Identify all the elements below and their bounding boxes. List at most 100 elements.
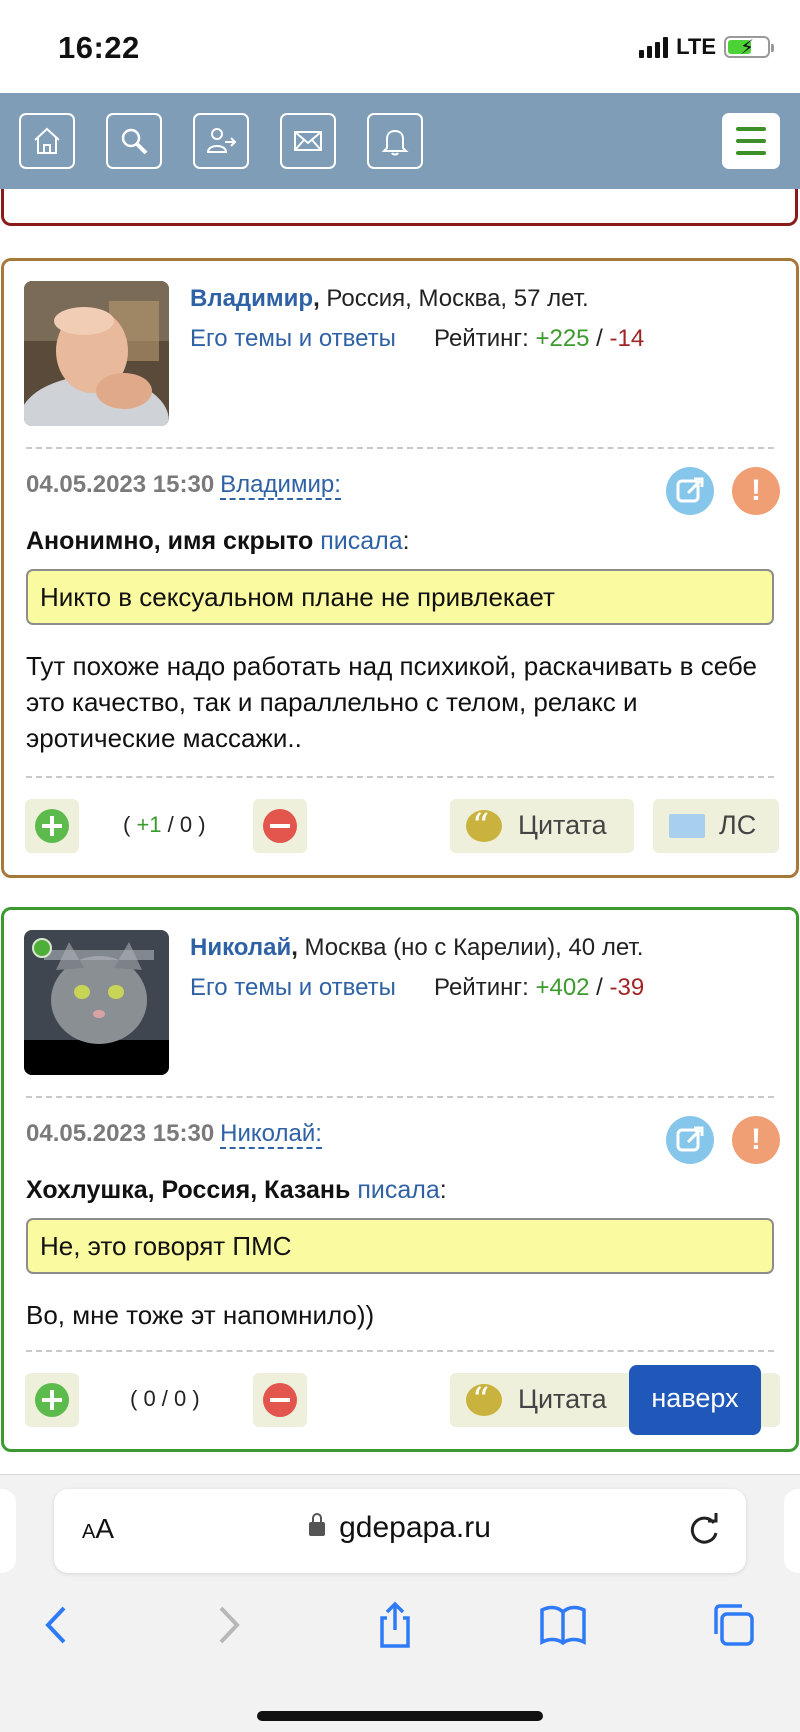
divider — [26, 1096, 774, 1098]
rating-label: Рейтинг: — [434, 325, 536, 352]
previous-tab-preview[interactable] — [0, 1489, 16, 1573]
tabs-icon[interactable] — [708, 1600, 758, 1650]
network-label: LTE — [676, 34, 716, 59]
rating-minus: -39 — [609, 974, 645, 1001]
scroll-to-top-button[interactable]: наверх — [629, 1365, 761, 1435]
link-icon — [676, 1126, 704, 1152]
vote-rest: / 0 ) — [161, 812, 206, 837]
reload-icon[interactable] — [682, 1509, 726, 1553]
pm-button-label: ЛС — [719, 810, 757, 840]
avatar[interactable] — [24, 281, 169, 426]
private-message-button[interactable]: ЛС — [653, 799, 779, 853]
lock-icon — [309, 1513, 326, 1536]
user-name[interactable]: Владимир — [190, 285, 313, 312]
search-icon — [121, 128, 148, 155]
signal-icon — [639, 36, 669, 58]
url-text: gdepapa.ru — [339, 1511, 491, 1544]
login-icon — [206, 128, 237, 153]
quote-button[interactable]: Цитата — [450, 799, 634, 853]
top-navigation — [0, 93, 800, 189]
plus-icon — [35, 1383, 69, 1417]
forward-icon[interactable] — [203, 1600, 253, 1650]
battery-icon: ⚡ — [724, 36, 774, 59]
wrote-link[interactable]: писала — [357, 1176, 439, 1204]
rating-separator: / — [589, 325, 610, 352]
next-tab-preview[interactable] — [784, 1489, 800, 1573]
status-indicators: LTE ⚡ — [639, 34, 774, 60]
rating-label: Рейтинг: — [434, 974, 536, 1001]
quoted-name: Хохлушка, Россия, Казань — [26, 1176, 351, 1204]
post-text: Во, мне тоже эт напомнило)) — [26, 1300, 375, 1330]
home-icon — [34, 127, 60, 154]
link-button[interactable] — [666, 467, 714, 515]
browser-toolbar: AA gdepapa.ru — [0, 1474, 800, 1732]
user-themes-link[interactable]: Его темы и ответы — [190, 974, 396, 1001]
rating-separator: / — [589, 974, 610, 1001]
link-icon — [676, 477, 704, 503]
minus-icon — [263, 1383, 297, 1417]
link-button[interactable] — [666, 1116, 714, 1164]
post-text: Тут похоже надо работать над психикой, р… — [26, 651, 757, 753]
status-time: 16:22 — [58, 30, 140, 65]
vote-open: ( — [123, 812, 137, 837]
envelope-icon — [669, 814, 705, 838]
divider — [26, 776, 774, 778]
user-rating: Рейтинг: +225 / -14 — [434, 325, 644, 353]
user-themes-link[interactable]: Его темы и ответы — [190, 325, 396, 352]
quote-icon — [466, 1380, 502, 1420]
quote-icon — [466, 806, 502, 846]
user-name[interactable]: Николай — [190, 934, 291, 961]
search-button[interactable] — [106, 113, 162, 169]
status-bar: 16:22 LTE ⚡ — [0, 0, 800, 93]
post-author-link[interactable]: Владимир: — [220, 471, 341, 500]
user-location: Москва (но с Карелии), 40 лет. — [297, 934, 644, 961]
home-indicator — [257, 1711, 543, 1721]
vote-plus-count: +1 — [136, 812, 162, 837]
avatar[interactable] — [24, 930, 169, 1075]
rating-plus: +402 — [535, 974, 590, 1001]
user-info: Николай, Москва (но с Карелии), 40 лет. — [190, 934, 644, 961]
quoted-name: Анонимно, имя скрыто — [26, 527, 314, 555]
minus-icon — [263, 809, 297, 843]
mail-icon — [294, 131, 322, 151]
menu-button[interactable] — [722, 113, 780, 169]
post-meta: 04.05.2023 15:30 Николай: — [26, 1120, 322, 1149]
vote-down-button[interactable] — [253, 799, 307, 853]
quote-box: Не, это говорят ПМС — [26, 1218, 774, 1274]
home-button[interactable] — [19, 113, 75, 169]
notifications-button[interactable] — [367, 113, 423, 169]
url-display[interactable]: gdepapa.ru — [54, 1511, 746, 1545]
divider — [26, 1350, 774, 1352]
plus-icon — [35, 809, 69, 843]
divider — [26, 447, 774, 449]
vote-count: ( +1 / 0 ) — [123, 812, 206, 838]
user-links: Его темы и ответы Рейтинг: +225 / -14 — [190, 325, 644, 353]
report-button[interactable]: ! — [732, 1116, 780, 1164]
quote-box: Никто в сексуальном плане не привлекает — [26, 569, 774, 625]
login-button[interactable] — [193, 113, 249, 169]
online-indicator — [32, 938, 52, 958]
user-info: Владимир, Россия, Москва, 57 лет. — [190, 285, 589, 312]
quote-button-label: Цитата — [518, 810, 607, 840]
post-card: Владимир, Россия, Москва, 57 лет. Его те… — [1, 258, 799, 878]
post-date: 04.05.2023 15:30 — [26, 471, 215, 498]
wrote-link[interactable]: писала — [320, 527, 402, 555]
rating-minus: -14 — [609, 325, 645, 352]
rating-plus: +225 — [535, 325, 590, 352]
address-bar[interactable]: AA gdepapa.ru — [54, 1489, 746, 1573]
vote-count: ( 0 / 0 ) — [130, 1386, 200, 1411]
vote-up-button[interactable] — [25, 1373, 79, 1427]
user-links: Его темы и ответы Рейтинг: +402 / -39 — [190, 974, 644, 1002]
vote-down-button[interactable] — [253, 1373, 307, 1427]
report-button[interactable]: ! — [732, 467, 780, 515]
vote-up-button[interactable] — [25, 799, 79, 853]
quote-source: Анонимно, имя скрыто писала: — [26, 527, 410, 555]
bookmarks-icon[interactable] — [538, 1600, 588, 1650]
post-date: 04.05.2023 15:30 — [26, 1120, 215, 1147]
warning-icon: ! — [751, 474, 761, 507]
share-icon[interactable] — [370, 1600, 420, 1650]
user-location: Россия, Москва, 57 лет. — [319, 285, 589, 312]
post-author-link[interactable]: Николай: — [220, 1120, 322, 1149]
messages-button[interactable] — [280, 113, 336, 169]
back-icon[interactable] — [32, 1600, 82, 1650]
